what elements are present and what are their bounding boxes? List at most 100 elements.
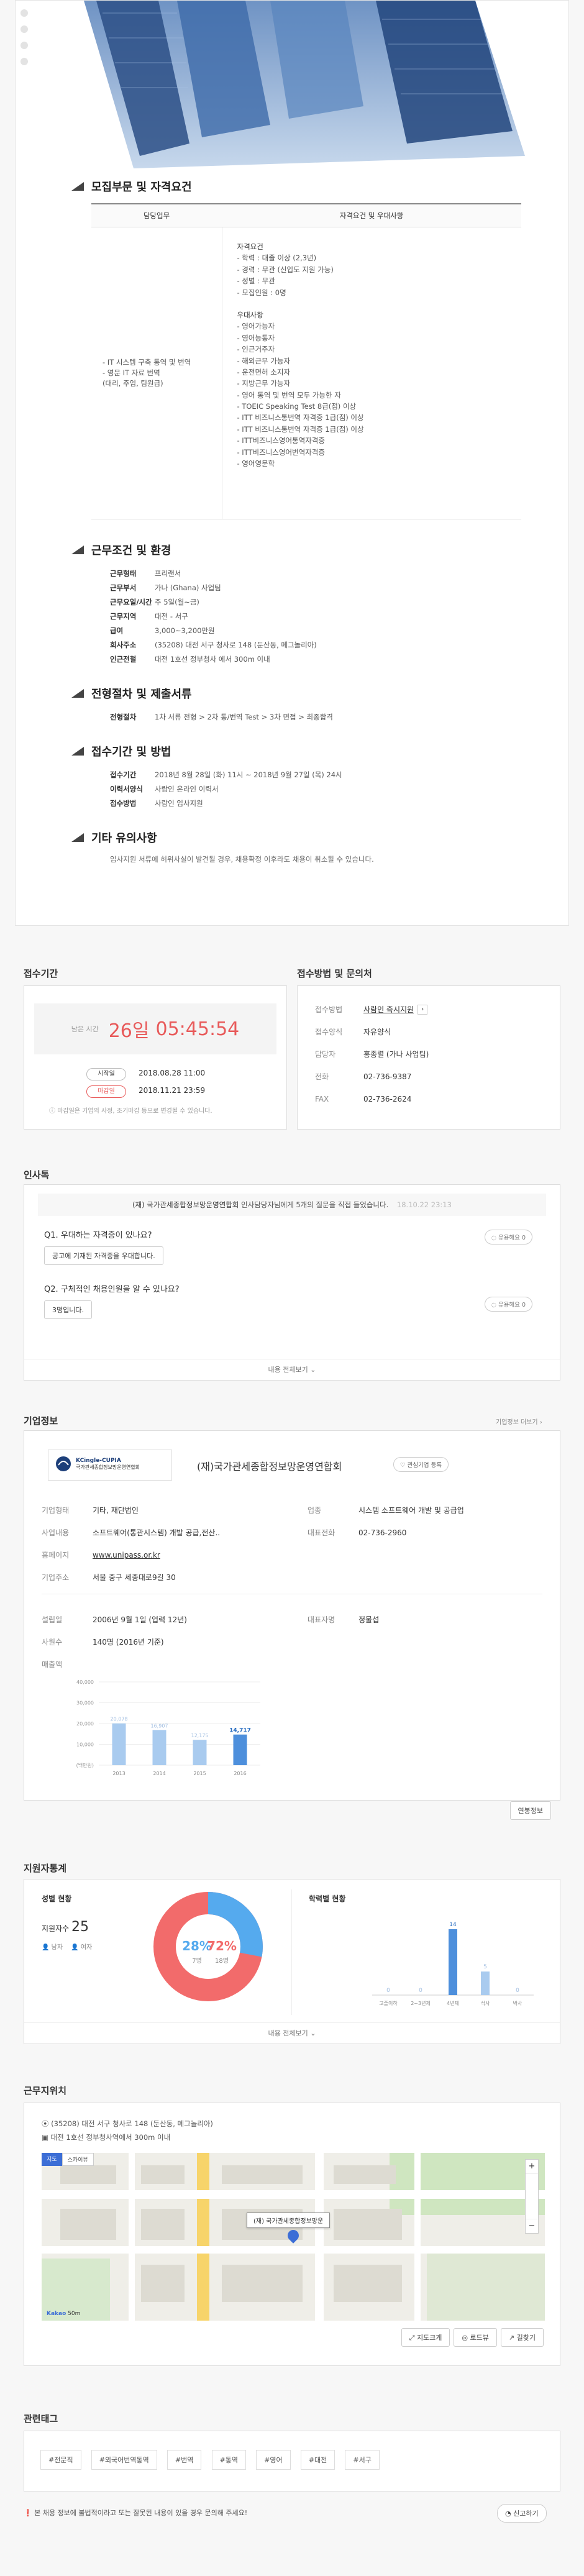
map-scale: Kakao 50m <box>47 2311 81 2317</box>
section-mark-icon <box>71 747 84 756</box>
subway-icon: ▣ <box>42 2133 51 2142</box>
company-info-left: 기업형태 기타, 재단법인 사업내용 소프트웨어(통관시스템) 개발 공급,전산..… <box>42 1506 221 1582</box>
company-info-right: 업종 시스템 소프트웨어 개발 및 공급업 대표전화 02-736-2960 <box>308 1506 464 1537</box>
arrow-right-icon: › <box>417 1005 428 1015</box>
male-count: 7명 <box>192 1957 202 1965</box>
roadview-button[interactable]: ◎ 로드뷰 <box>454 2328 497 2347</box>
edu-value-label: 5 <box>483 1964 487 1970</box>
edu-value-label: 14 <box>449 1922 457 1928</box>
info-icon: ⓘ <box>49 1108 58 1115</box>
heart-icon: ♡ <box>400 1462 408 1469</box>
requirements-heading: 모집부문 및 자격요건 <box>71 178 568 194</box>
stats-title: 지원자통계 <box>24 1863 67 1874</box>
section-mark-icon <box>71 689 84 698</box>
tag-item[interactable]: #대전 <box>300 2450 335 2470</box>
company-name: (재)국가관세종합정보망운영연합회 <box>197 1461 342 1473</box>
etc-text: 입사지원 서류에 허위사실이 발견될 경우, 채용확정 이후라도 채용이 취소될… <box>110 855 374 864</box>
company-more-link[interactable]: 기업정보 더보기 › <box>496 1417 542 1426</box>
skyview-mode-button[interactable]: 스카이뷰 <box>62 2153 94 2166</box>
edu-category-label: 석사 <box>481 2000 490 2006</box>
process-heading: 전형절차 및 제출서류 <box>71 685 568 701</box>
map-view[interactable]: 지도 스카이뷰 (재) 국가관세종합정보망운 + − Kakao 50m <box>42 2153 545 2321</box>
location-pin-icon: ⦿ <box>42 2119 52 2128</box>
instant-apply-link[interactable]: 사람인 즉시지원 <box>363 998 414 1021</box>
male-icon: 👤 <box>42 1944 50 1951</box>
tag-item[interactable]: #번역 <box>167 2450 202 2470</box>
period-method-list: 접수기간 2018년 8월 28일 (화) 11시 ~ 2018년 9월 27일 … <box>110 770 342 808</box>
sales-bar-chart: (백만원) 10,000 20,000 30,000 40,000 20,078 2013 1… <box>76 1679 260 1776</box>
process-list: 전형절차 1차 서류 전형 > 2차 통/번역 Test > 3차 면접 > 최종… <box>110 713 333 721</box>
col-duty-header: 담당업무 <box>91 203 222 227</box>
tag-item[interactable]: #외국어번역통역 <box>91 2450 157 2470</box>
thumbs-up-icon: ◌ <box>491 1235 498 1241</box>
subway-text: 대전 1호선 정부청사역에서 300m 이내 <box>50 2133 171 2142</box>
job-posting-detail: 모집부문 및 자격요건 담당업무 자격요건 및 우대사항 - IT 시스템 구축… <box>15 0 569 926</box>
answer-1: 공고에 기재된 자격증을 우대합니다. <box>44 1246 163 1265</box>
section-mark-icon <box>71 833 84 842</box>
hero-image <box>16 1 568 168</box>
edu-category-label: 4년제 <box>447 2000 459 2006</box>
tag-item[interactable]: #영어 <box>256 2450 291 2470</box>
interview-more-button[interactable]: 내용 전체보기 ⌄ <box>24 1359 560 1380</box>
female-pct: 72% <box>207 1939 237 1953</box>
tag-item[interactable]: #서구 <box>345 2450 380 2470</box>
useful-button-1[interactable]: ◌ 유용해요 0 <box>484 1230 532 1245</box>
start-label: 시작일 <box>86 1068 126 1080</box>
gender-donut-chart: 28% 7명 72% 18명 <box>153 1892 263 2001</box>
tag-item[interactable]: #전문직 <box>40 2450 81 2470</box>
section-mark-icon <box>71 546 84 554</box>
question-2: Q2. 구체적인 채용인원을 알 수 있나요? <box>44 1285 180 1294</box>
location-card: ⦿ (35208) 대전 서구 청사로 148 (둔산동, 메그놀리아) ▣ 대… <box>24 2103 560 2366</box>
sales-bar <box>112 1723 126 1765</box>
useful-button-2[interactable]: ◌ 유용해요 0 <box>484 1297 532 1312</box>
edu-category-label: 박사 <box>513 2000 522 2006</box>
follow-company-button[interactable]: ♡ 관심기업 등록 <box>393 1457 449 1472</box>
sales-value-label: 12,175 <box>191 1733 209 1738</box>
related-tags-card: #전문직 #외국어번역통역 #번역 #통역 #영어 #대전 #서구 <box>24 2431 560 2492</box>
edu-bar <box>449 1929 457 1995</box>
apply-method-card: 접수방법 사람인 즉시지원 › 접수양식 자유양식 담당자 홍종렬 (가나 사업팀)… <box>297 985 560 1130</box>
y-tick-label: 20,000 <box>76 1721 94 1727</box>
y-tick-label: 30,000 <box>76 1701 94 1706</box>
salary-info-button[interactable]: 연봉정보 <box>509 1801 551 1820</box>
y-tick-label: 10,000 <box>76 1742 94 1748</box>
zoom-out-icon[interactable]: − <box>526 2219 538 2233</box>
report-button[interactable]: ◔ 신고하기 <box>497 2504 547 2523</box>
tag-item[interactable]: #통역 <box>211 2450 246 2470</box>
roadview-icon: ◎ <box>462 2334 470 2342</box>
female-count: 18명 <box>215 1957 229 1965</box>
chevron-down-icon: ⌄ <box>310 2029 316 2037</box>
edu-value-label: 0 <box>419 1988 422 1994</box>
directions-button[interactable]: ↗ 길찾기 <box>500 2328 544 2347</box>
gender-legend: 👤 남자 👤 여자 <box>42 1944 93 1951</box>
map-mode-button[interactable]: 지도 <box>42 2153 62 2166</box>
sales-value-label: 20,078 <box>111 1717 128 1722</box>
edu-category-label: 2~3년제 <box>411 2000 431 2006</box>
end-date: 2018.11.21 23:59 <box>139 1086 206 1095</box>
enlarge-map-button[interactable]: ⤢ 지도크게 <box>401 2328 450 2347</box>
edu-title: 학력별 현황 <box>309 1894 346 1903</box>
sales-value-label: 14,717 <box>229 1728 251 1734</box>
section-mark-icon <box>71 182 84 191</box>
company-title: 기업정보 <box>24 1415 58 1427</box>
x-tick-label: 2016 <box>234 1771 246 1776</box>
question-1: Q1. 우대하는 자격증이 있나요? <box>44 1231 152 1240</box>
period-method-heading: 접수기간 및 방법 <box>71 743 568 759</box>
siren-icon: ◔ <box>505 2510 514 2518</box>
conditions-heading: 근무조건 및 환경 <box>71 542 568 558</box>
stats-more-button[interactable]: 내용 전체보기 ⌄ <box>24 2022 560 2044</box>
homepage-link[interactable]: www.unipass.or.kr <box>93 1544 160 1566</box>
map-zoom-control[interactable]: + − <box>525 2159 539 2234</box>
interview-title: 인사톡 <box>24 1169 50 1181</box>
edu-category-label: 고졸이하 <box>379 2000 398 2006</box>
period-note: ⓘ 마감일은 기업의 사정, 조기마감 등으로 변경될 수 있습니다. <box>49 1108 212 1115</box>
requirements-table: 담당업무 자격요건 및 우대사항 - IT 시스템 구축 통역 및 번역 - 영… <box>91 203 521 519</box>
conditions-list: 근무형태 프리랜서 근무부서 가나 (Ghana) 사업팀 근무요일/시간 주 5일(… <box>110 569 317 664</box>
y-tick-label: 40,000 <box>76 1679 94 1685</box>
total-applicants: 지원자수 25 <box>42 1919 89 1935</box>
apply-method-title: 접수방법 및 문의처 <box>297 968 372 979</box>
zoom-in-icon[interactable]: + <box>526 2160 538 2173</box>
edu-bar <box>481 1971 490 1995</box>
end-label: 마감일 <box>86 1085 126 1098</box>
stats-card: 성별 현황 지원자수 25 👤 남자 👤 여자 28% 7명 72% 18명 학… <box>24 1879 560 2044</box>
